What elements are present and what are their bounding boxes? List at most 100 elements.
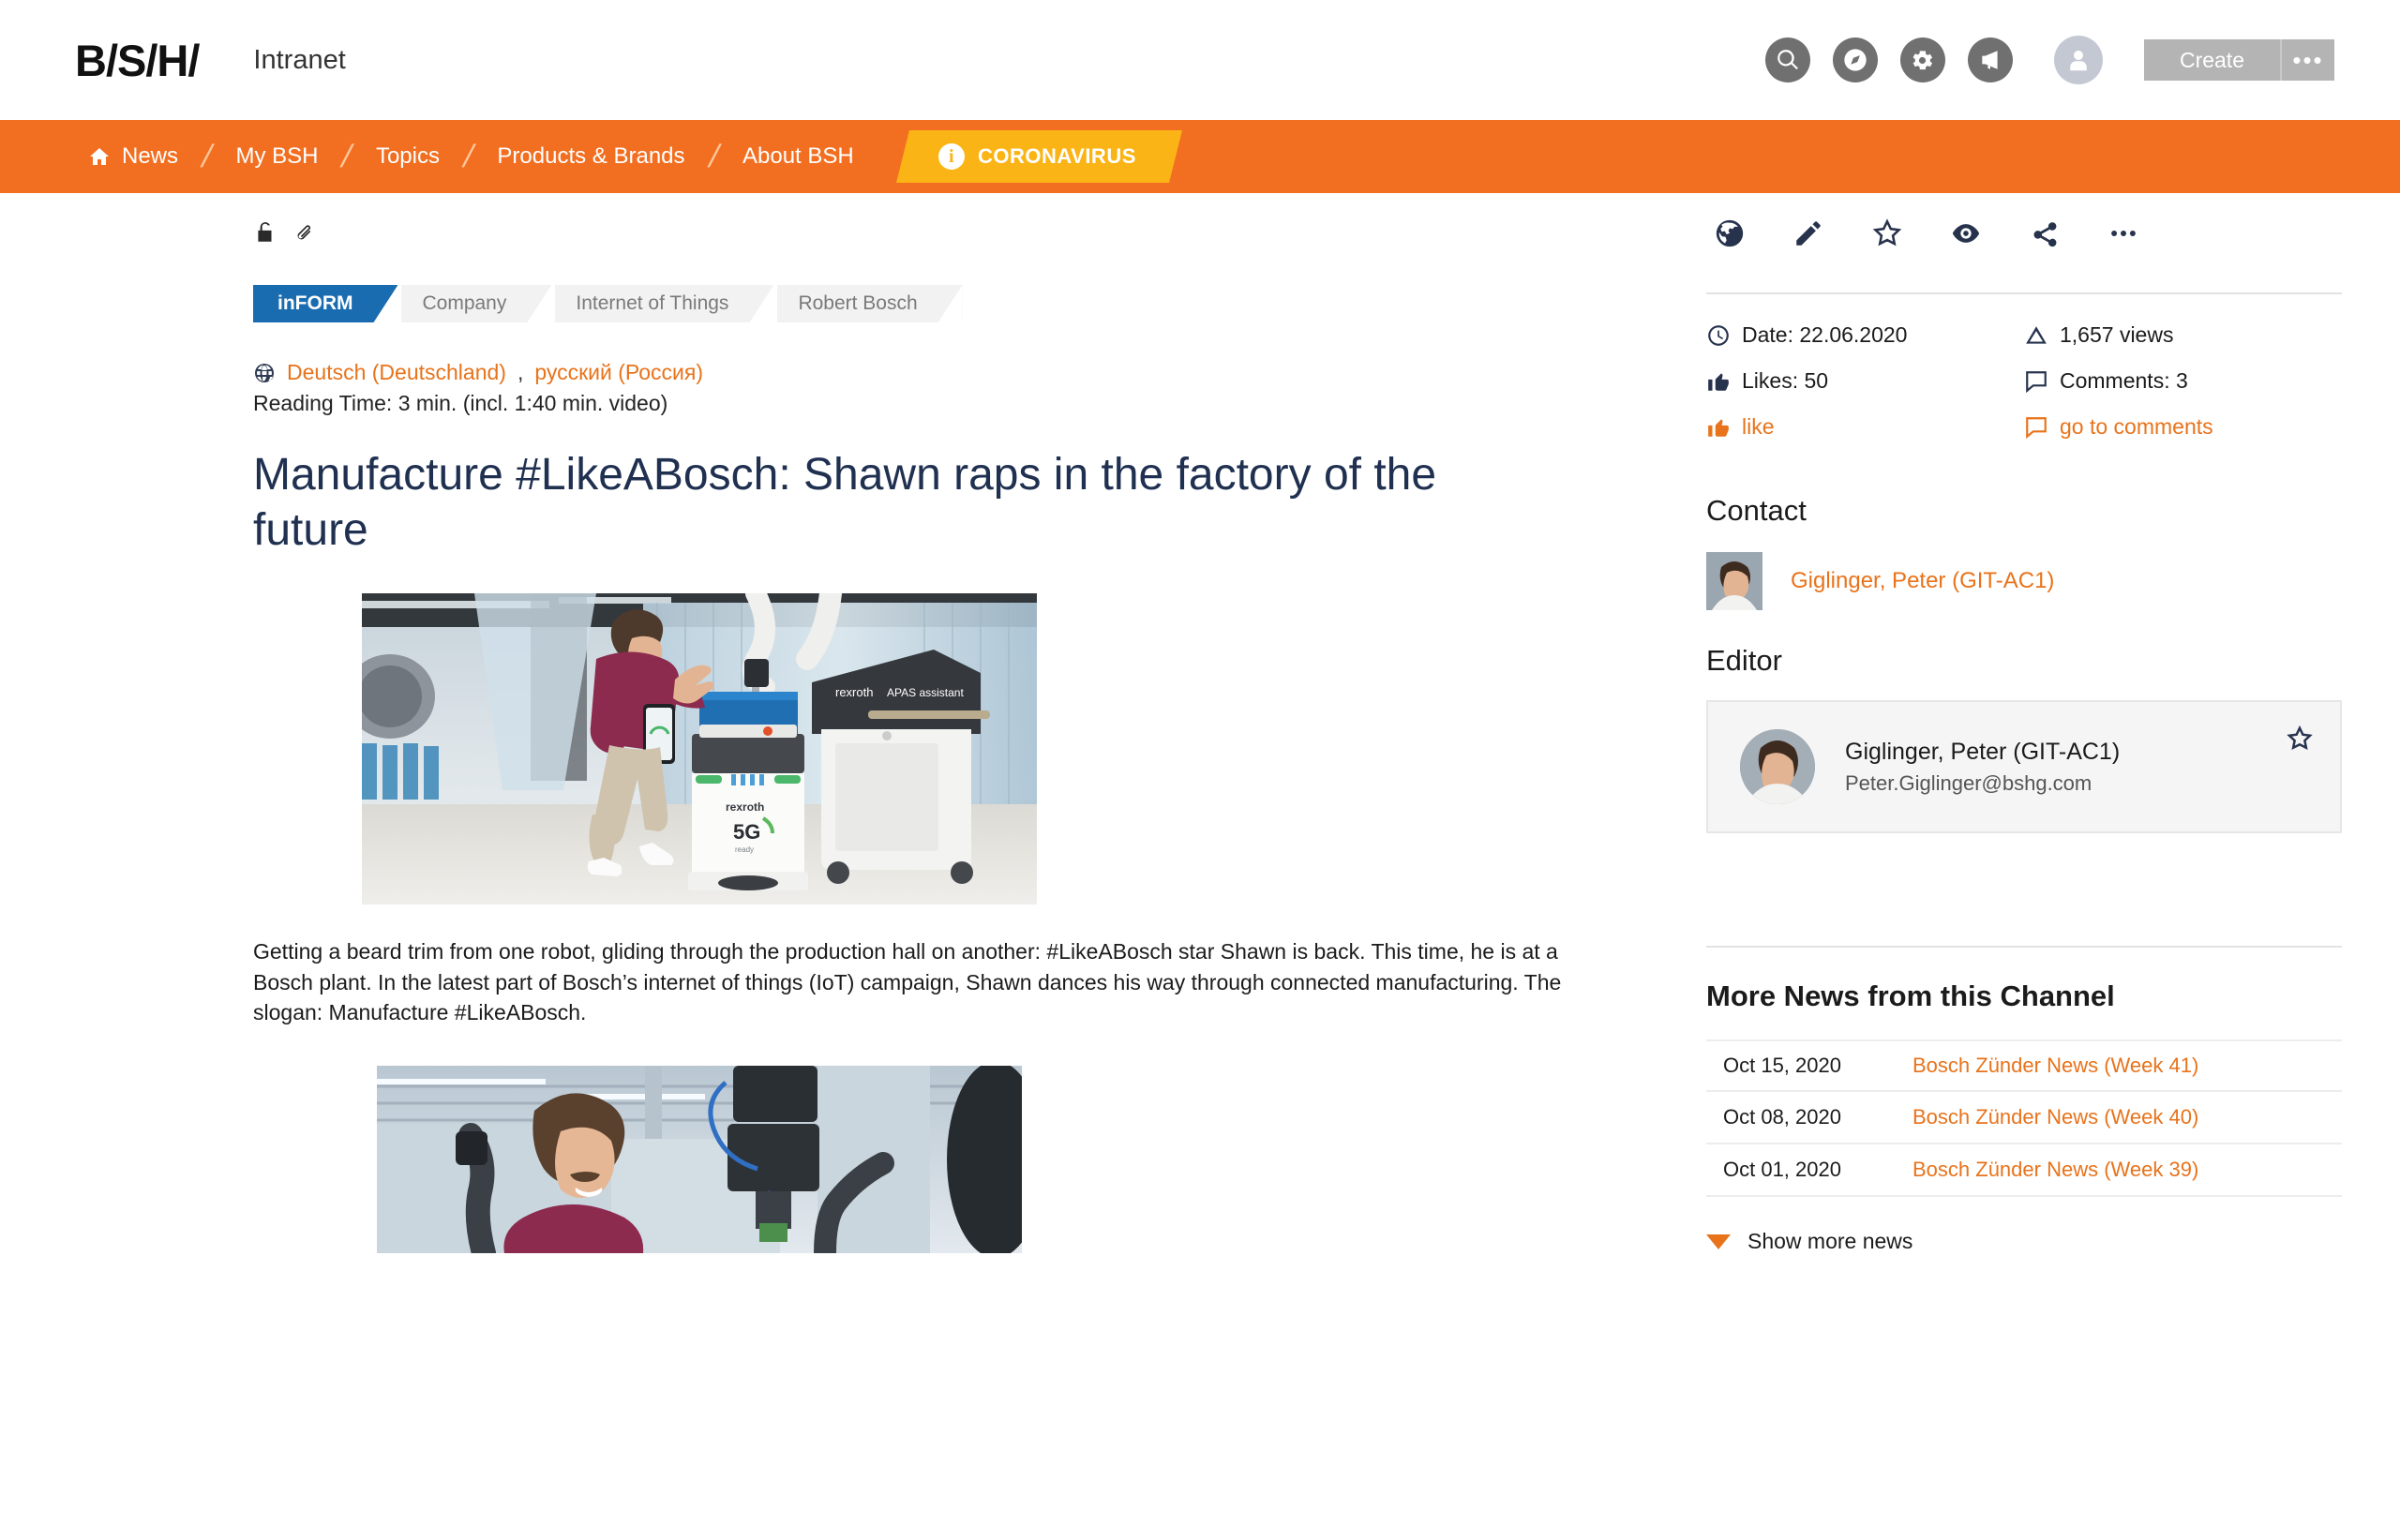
page-title: Manufacture #LikeABosch: Shawn raps in t…: [253, 450, 1437, 555]
nav-item-news[interactable]: News: [68, 143, 199, 170]
main-navigation: News / My BSH / Topics / Products & Bran…: [0, 120, 2400, 193]
nav-item-topics[interactable]: Topics: [355, 143, 460, 170]
home-icon: [90, 148, 109, 165]
news-link[interactable]: Bosch Zünder News (Week 39): [1912, 1158, 2198, 1182]
star-icon[interactable]: [1871, 217, 1903, 249]
chevron-down-icon: [1706, 1233, 1731, 1249]
pencil-icon[interactable]: [1792, 217, 1824, 249]
tag-arrow: [938, 285, 963, 322]
app-title: Intranet: [253, 44, 346, 75]
sidebar-divider: [1706, 946, 2342, 948]
reading-time: Reading Time: 3 min. (incl. 1:40 min. vi…: [253, 391, 668, 415]
unlock-icon[interactable]: [253, 219, 278, 246]
nav-item-coronavirus-label: CORONAVIRUS: [977, 144, 1136, 168]
language-link-de[interactable]: Deutsch (Deutschland): [287, 360, 506, 385]
editor-card[interactable]: Giglinger, Peter (GIT-AC1) Peter.Gigling…: [1706, 700, 2342, 833]
news-link[interactable]: Bosch Zünder News (Week 41): [1912, 1054, 2198, 1078]
nav-item-my-bsh[interactable]: My BSH: [215, 143, 338, 170]
svg-text:APAS assistant: APAS assistant: [887, 686, 964, 699]
more-news-heading: More News from this Channel: [1706, 979, 2115, 1012]
article-tags: inFORM Company Internet of Things Robert…: [253, 285, 1584, 322]
ellipsis-icon[interactable]: [2108, 217, 2139, 249]
show-more-news-label: Show more news: [1748, 1229, 1913, 1253]
gear-icon[interactable]: [1899, 37, 1945, 82]
editor-name: Giglinger, Peter (GIT-AC1): [1845, 738, 2121, 765]
thumbs-up-icon: [1708, 372, 1729, 391]
favorite-star-icon[interactable]: [2286, 725, 2314, 757]
stat-date: Date: 22.06.2020: [1706, 322, 2024, 348]
more-news-list: Oct 15, 2020 Bosch Zünder News (Week 41)…: [1706, 1039, 2342, 1197]
show-more-news-button[interactable]: Show more news: [1706, 1229, 2342, 1254]
language-separator: ,: [517, 360, 524, 384]
article-sidebar: Date: 22.06.2020 1,657 views Likes: 50 C…: [1706, 193, 2342, 1254]
views-icon: [2026, 325, 2047, 344]
create-more-icon[interactable]: •••: [2280, 39, 2334, 81]
globe-icon: [255, 363, 274, 382]
tag-inform[interactable]: inFORM: [253, 285, 374, 322]
create-button[interactable]: Create: [2143, 39, 2280, 81]
stat-likes-label: Likes: 50: [1742, 368, 1829, 393]
sidebar-divider: [1706, 292, 2342, 294]
svg-text:ready: ready: [735, 845, 754, 854]
eye-icon[interactable]: [1950, 217, 1982, 249]
hero-image[interactable]: rexroth APAS assistant rexroth 5G ready: [362, 593, 1037, 905]
tag-arrow: [373, 285, 398, 322]
nav-item-coronavirus[interactable]: i CORONAVIRUS: [895, 130, 1182, 183]
like-button-label: like: [1742, 414, 1775, 439]
tag-robert-bosch[interactable]: Robert Bosch: [777, 285, 938, 322]
tag-arrow: [527, 285, 552, 322]
go-to-comments-link[interactable]: go to comments: [2024, 414, 2342, 440]
bsh-logo[interactable]: B/S/H/: [75, 35, 200, 86]
language-links: Deutsch (Deutschland), русский (Россия): [253, 360, 1584, 385]
comment-icon: [2026, 370, 2047, 393]
news-date: Oct 01, 2020: [1723, 1158, 1841, 1181]
paperclip-icon[interactable]: [291, 219, 315, 246]
avatar[interactable]: [2053, 36, 2103, 84]
clock-icon: [1708, 324, 1729, 346]
header-actions: Create •••: [1764, 36, 2334, 84]
news-link[interactable]: Bosch Zünder News (Week 40): [1912, 1105, 2198, 1129]
article-action-icons: [1706, 217, 2342, 249]
tag-company[interactable]: Company: [401, 285, 528, 322]
contact-photo: [1706, 552, 1762, 610]
contact-row[interactable]: Giglinger, Peter (GIT-AC1): [1706, 552, 2342, 610]
article-meta-icons: [253, 219, 1584, 246]
nav-item-news-label: News: [122, 143, 179, 169]
news-date: Oct 15, 2020: [1723, 1054, 1841, 1077]
compass-icon[interactable]: [1832, 37, 1878, 82]
svg-text:rexroth: rexroth: [835, 685, 873, 699]
globe-icon[interactable]: [1714, 217, 1746, 249]
megaphone-icon[interactable]: [1967, 37, 2013, 82]
tag-arrow: [749, 285, 774, 322]
stat-likes: Likes: 50: [1706, 368, 2024, 394]
page-content: inFORM Company Internet of Things Robert…: [0, 193, 2400, 1540]
secondary-image[interactable]: [377, 1066, 1022, 1254]
stat-date-label: Date: 22.06.2020: [1742, 322, 1908, 347]
go-to-comments-label: go to comments: [2060, 414, 2213, 439]
article-stats: Date: 22.06.2020 1,657 views Likes: 50 C…: [1706, 322, 2342, 460]
contact-name[interactable]: Giglinger, Peter (GIT-AC1): [1791, 568, 2054, 594]
svg-text:5G: 5G: [733, 820, 760, 844]
article-body: Getting a beard trim from one robot, gli…: [253, 939, 1562, 1025]
news-row[interactable]: Oct 01, 2020 Bosch Zünder News (Week 39): [1706, 1144, 2342, 1197]
stat-views-label: 1,657 views: [2060, 322, 2174, 347]
share-icon[interactable]: [2029, 217, 2061, 249]
nav-item-products-brands[interactable]: Products & Brands: [476, 143, 705, 170]
news-row[interactable]: Oct 15, 2020 Bosch Zünder News (Week 41): [1706, 1039, 2342, 1092]
contact-heading: Contact: [1706, 494, 1807, 527]
nav-item-about-bsh[interactable]: About BSH: [722, 143, 875, 170]
svg-text:rexroth: rexroth: [726, 800, 764, 814]
stat-comments-label: Comments: 3: [2060, 368, 2188, 393]
editor-avatar: [1740, 729, 1815, 804]
language-link-ru[interactable]: русский (Россия): [534, 360, 703, 385]
editor-email[interactable]: Peter.Giglinger@bshg.com: [1845, 771, 2120, 796]
info-icon: i: [938, 143, 965, 170]
stat-views: 1,657 views: [2024, 322, 2342, 348]
search-icon[interactable]: [1764, 37, 1810, 82]
news-row[interactable]: Oct 08, 2020 Bosch Zünder News (Week 40): [1706, 1092, 2342, 1144]
like-button[interactable]: like: [1706, 414, 2024, 440]
tag-internet-of-things[interactable]: Internet of Things: [555, 285, 750, 322]
create-button-group: Create •••: [2143, 39, 2334, 81]
news-date: Oct 08, 2020: [1723, 1105, 1841, 1129]
thumbs-up-icon: [1708, 418, 1729, 437]
